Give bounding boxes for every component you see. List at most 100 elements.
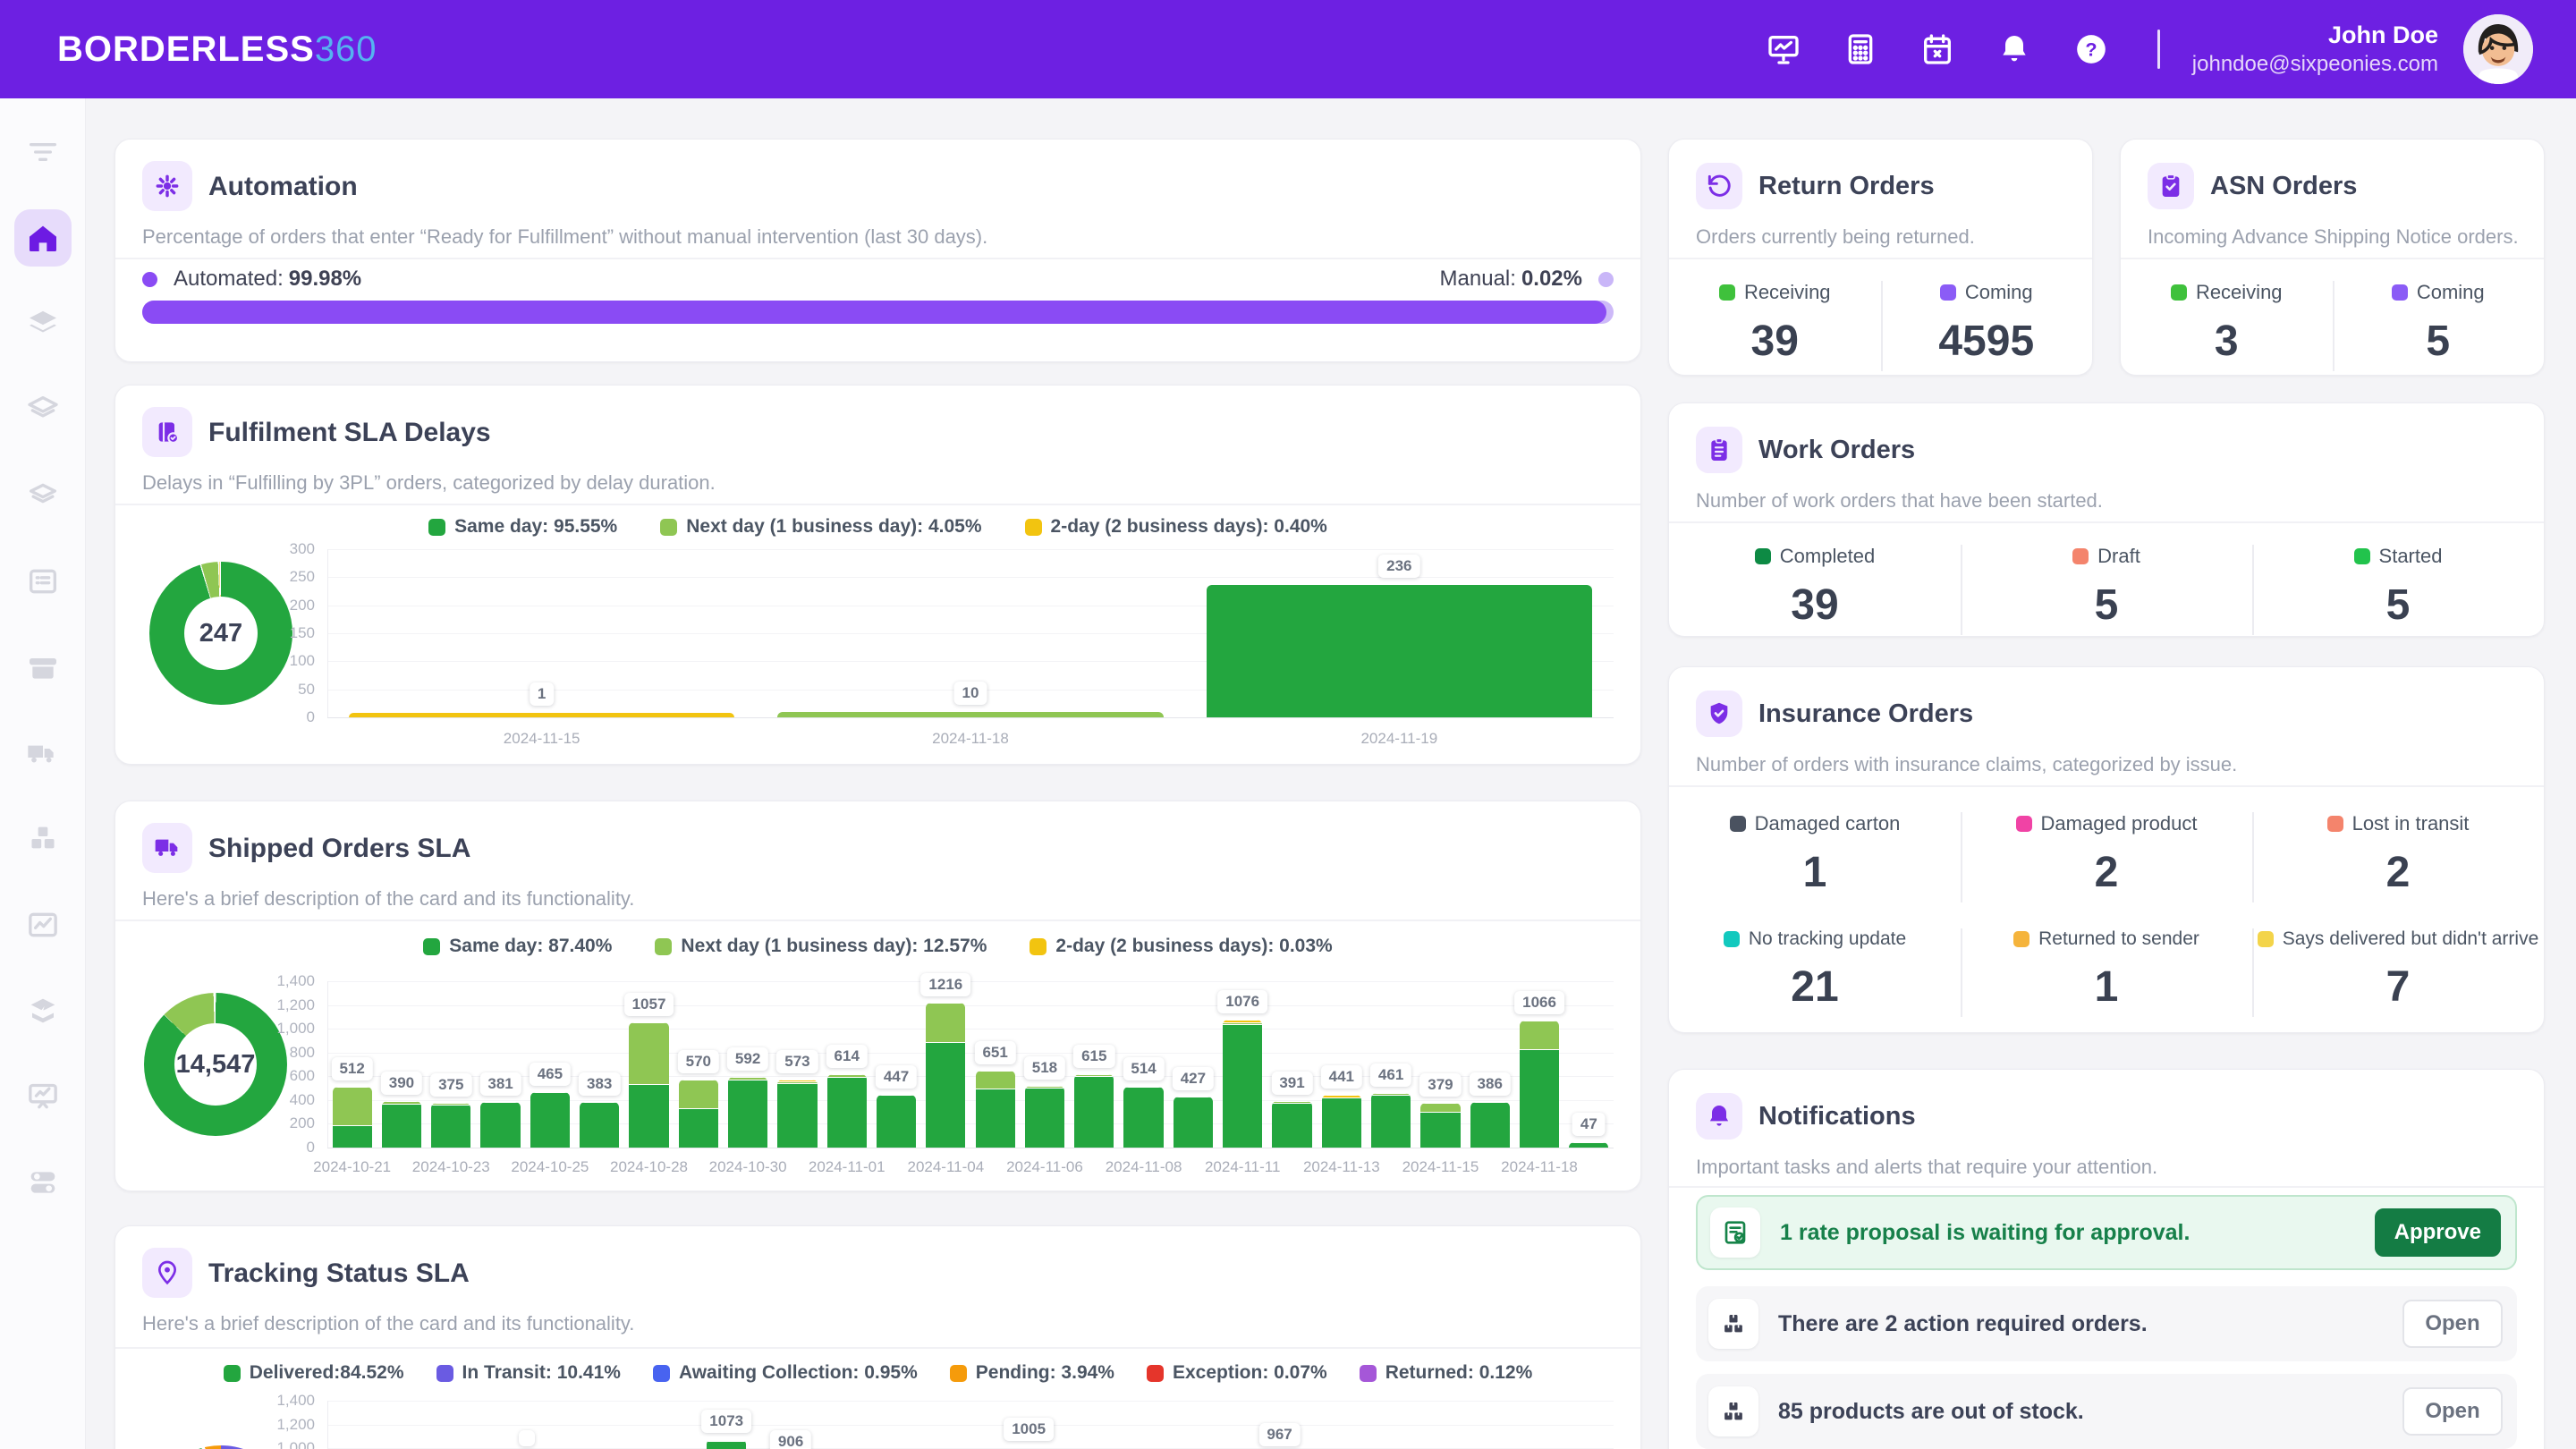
- stat-value: 7: [2385, 963, 2411, 1011]
- bar-value-label: 1: [529, 682, 555, 706]
- sidebar-item-presentation-board[interactable]: [14, 1068, 72, 1125]
- shipped-legend-item[interactable]: Same day: 87.40%: [423, 936, 612, 957]
- sidebar-item-home[interactable]: [13, 209, 72, 267]
- bar-value-label: 512: [331, 1056, 373, 1080]
- tracking-legend-item[interactable]: Pending: 3.94%: [949, 1362, 1114, 1384]
- tracking-legend-item[interactable]: Awaiting Collection: 0.95%: [652, 1362, 918, 1384]
- x-axis-tick: 2024-11-13: [1302, 1158, 1380, 1175]
- divider: [1669, 785, 2544, 787]
- x-axis-tick: 2024-11-04: [907, 1158, 985, 1175]
- calendar-icon[interactable]: [1919, 31, 1955, 67]
- tracking-legend: Delivered:84.52% In Transit: 10.41% Awaiti…: [115, 1362, 1640, 1384]
- fulfilment-legend-item[interactable]: 2-day (2 business days): 0.40%: [1024, 516, 1327, 538]
- bar-value-label: 236: [1378, 555, 1420, 579]
- stat-value: 39: [1750, 318, 1799, 365]
- tracking-legend-item[interactable]: Exception: 0.07%: [1146, 1362, 1327, 1384]
- fulfilment-bar: [777, 711, 1164, 717]
- fulfilment-donut-chart: 247: [149, 562, 292, 705]
- stat-label: Lost in transit: [2326, 812, 2470, 835]
- stat-label-text: Receiving: [1743, 281, 1831, 303]
- y-axis-tick: 0: [306, 708, 315, 725]
- automation-title: Automation: [208, 172, 358, 201]
- bar-segment: [1173, 1097, 1213, 1148]
- stat-label-text: Lost in transit: [2351, 812, 2470, 835]
- fulfilment-legend-item[interactable]: Next day (1 business day): 4.05%: [660, 516, 982, 538]
- legend-label: Same day: 95.55%: [454, 516, 618, 537]
- open-button[interactable]: Open: [2402, 1387, 2503, 1436]
- divider: [115, 504, 1640, 505]
- y-axis-tick: 1,000: [276, 1020, 315, 1038]
- bar-value-label: 461: [1369, 1063, 1412, 1087]
- bar-segment: [580, 1102, 620, 1148]
- fulfilment-legend: Same day: 95.55% Next day (1 business day…: [115, 516, 1640, 538]
- stat-dot-icon: [2326, 816, 2343, 832]
- bar-segment: [678, 1108, 718, 1148]
- tracking-legend-item[interactable]: Returned: 0.12%: [1359, 1362, 1532, 1384]
- bar-segment: [1223, 1023, 1263, 1148]
- sidebar-item-layers-stack[interactable]: [14, 467, 72, 524]
- sidebar-item-archive-box[interactable]: [14, 639, 72, 696]
- sidebar-item-pallet-boxes[interactable]: [14, 810, 72, 868]
- shipped-bar: [975, 1070, 1015, 1148]
- bar-value-label: 441: [1320, 1065, 1362, 1089]
- legend-swatch-icon: [436, 1364, 453, 1382]
- return-orders-title: Return Orders: [1758, 172, 1935, 200]
- shipped-bar: [1173, 1097, 1213, 1148]
- return-orders-stat: Coming 4595: [1880, 281, 2093, 371]
- sidebar-item-layers[interactable]: [14, 295, 72, 352]
- legend-swatch-icon: [1146, 1364, 1164, 1382]
- work-orders-stats: Completed 39 Draft 5 Started 5: [1669, 545, 2544, 635]
- shipped-bar: [381, 1101, 422, 1148]
- tracking-legend-item[interactable]: Delivered:84.52%: [223, 1362, 404, 1384]
- automated-label: Automated:: [174, 267, 284, 291]
- divider: [115, 258, 1640, 259]
- stat-dot-icon: [1723, 931, 1740, 947]
- shipped-bar: [777, 1079, 818, 1148]
- sidebar-item-chart-image[interactable]: [14, 896, 72, 953]
- stat-value: 3: [2214, 318, 2239, 365]
- approve-button[interactable]: Approve: [2374, 1208, 2501, 1257]
- tracking-bar-chart: 1,4001,2001,0008006004002000107390610059…: [276, 1392, 1614, 1449]
- shipped-bar: [431, 1103, 471, 1148]
- stat-label-text: Returned to sender: [2038, 928, 2199, 949]
- fulfilment-legend-item[interactable]: Same day: 95.55%: [428, 516, 617, 538]
- y-axis-tick: 1,400: [276, 972, 315, 989]
- manual-dot-icon: [1598, 271, 1614, 287]
- open-button[interactable]: Open: [2402, 1300, 2503, 1348]
- bell-icon[interactable]: [1996, 31, 2032, 67]
- tracking-donut-ring: [149, 1445, 292, 1449]
- sidebar-item-truck[interactable]: [14, 724, 72, 782]
- shield-check-icon: [1696, 691, 1742, 737]
- legend-label: Pending: 3.94%: [975, 1362, 1114, 1383]
- insurance-stat: No tracking update 21: [1669, 928, 1961, 1012]
- avatar[interactable]: [2463, 14, 2533, 84]
- sidebar-item-filter[interactable]: [14, 123, 72, 181]
- app-logo[interactable]: BORDERLESS360: [57, 30, 377, 70]
- user-info[interactable]: John Doe johndoe@sixpeonies.com: [2192, 21, 2438, 78]
- sidebar-item-toggles[interactable]: [14, 1154, 72, 1211]
- shipped-legend-item[interactable]: 2-day (2 business days): 0.03%: [1030, 936, 1333, 957]
- gridline: [327, 549, 1614, 550]
- insurance-subtitle: Number of orders with insurance claims, …: [1696, 753, 2238, 775]
- bar-value-label: 383: [579, 1072, 621, 1097]
- insurance-stat: Lost in transit 2: [2252, 812, 2544, 902]
- insurance-stat: Damaged carton 1: [1669, 812, 1961, 897]
- sidebar-item-clipboard-list[interactable]: [14, 553, 72, 610]
- top-header: BORDERLESS360 ? John Doe johndoe@sixpeon…: [0, 0, 2576, 98]
- bar-value-label: 906: [769, 1429, 812, 1449]
- presentation-chart-icon[interactable]: [1766, 31, 1801, 67]
- tracking-legend-item[interactable]: In Transit: 10.41%: [436, 1362, 621, 1384]
- stat-dot-icon: [1718, 284, 1735, 301]
- sidebar-item-stack-bolt[interactable]: [14, 982, 72, 1039]
- stat-label: Damaged carton: [1729, 812, 1900, 835]
- help-icon[interactable]: ?: [2073, 31, 2109, 67]
- boxes-icon: [1708, 1299, 1758, 1349]
- legend-swatch-icon: [423, 937, 441, 955]
- bar-segment: [1321, 1097, 1361, 1148]
- calculator-icon[interactable]: [1843, 31, 1878, 67]
- sidebar-item-layers-outline[interactable]: [14, 381, 72, 438]
- bar-segment: [348, 713, 735, 717]
- stat-label: Says delivered but didn't arrive: [2257, 928, 2538, 950]
- automated-dot-icon: [142, 271, 157, 287]
- shipped-legend-item[interactable]: Next day (1 business day): 12.57%: [655, 936, 987, 957]
